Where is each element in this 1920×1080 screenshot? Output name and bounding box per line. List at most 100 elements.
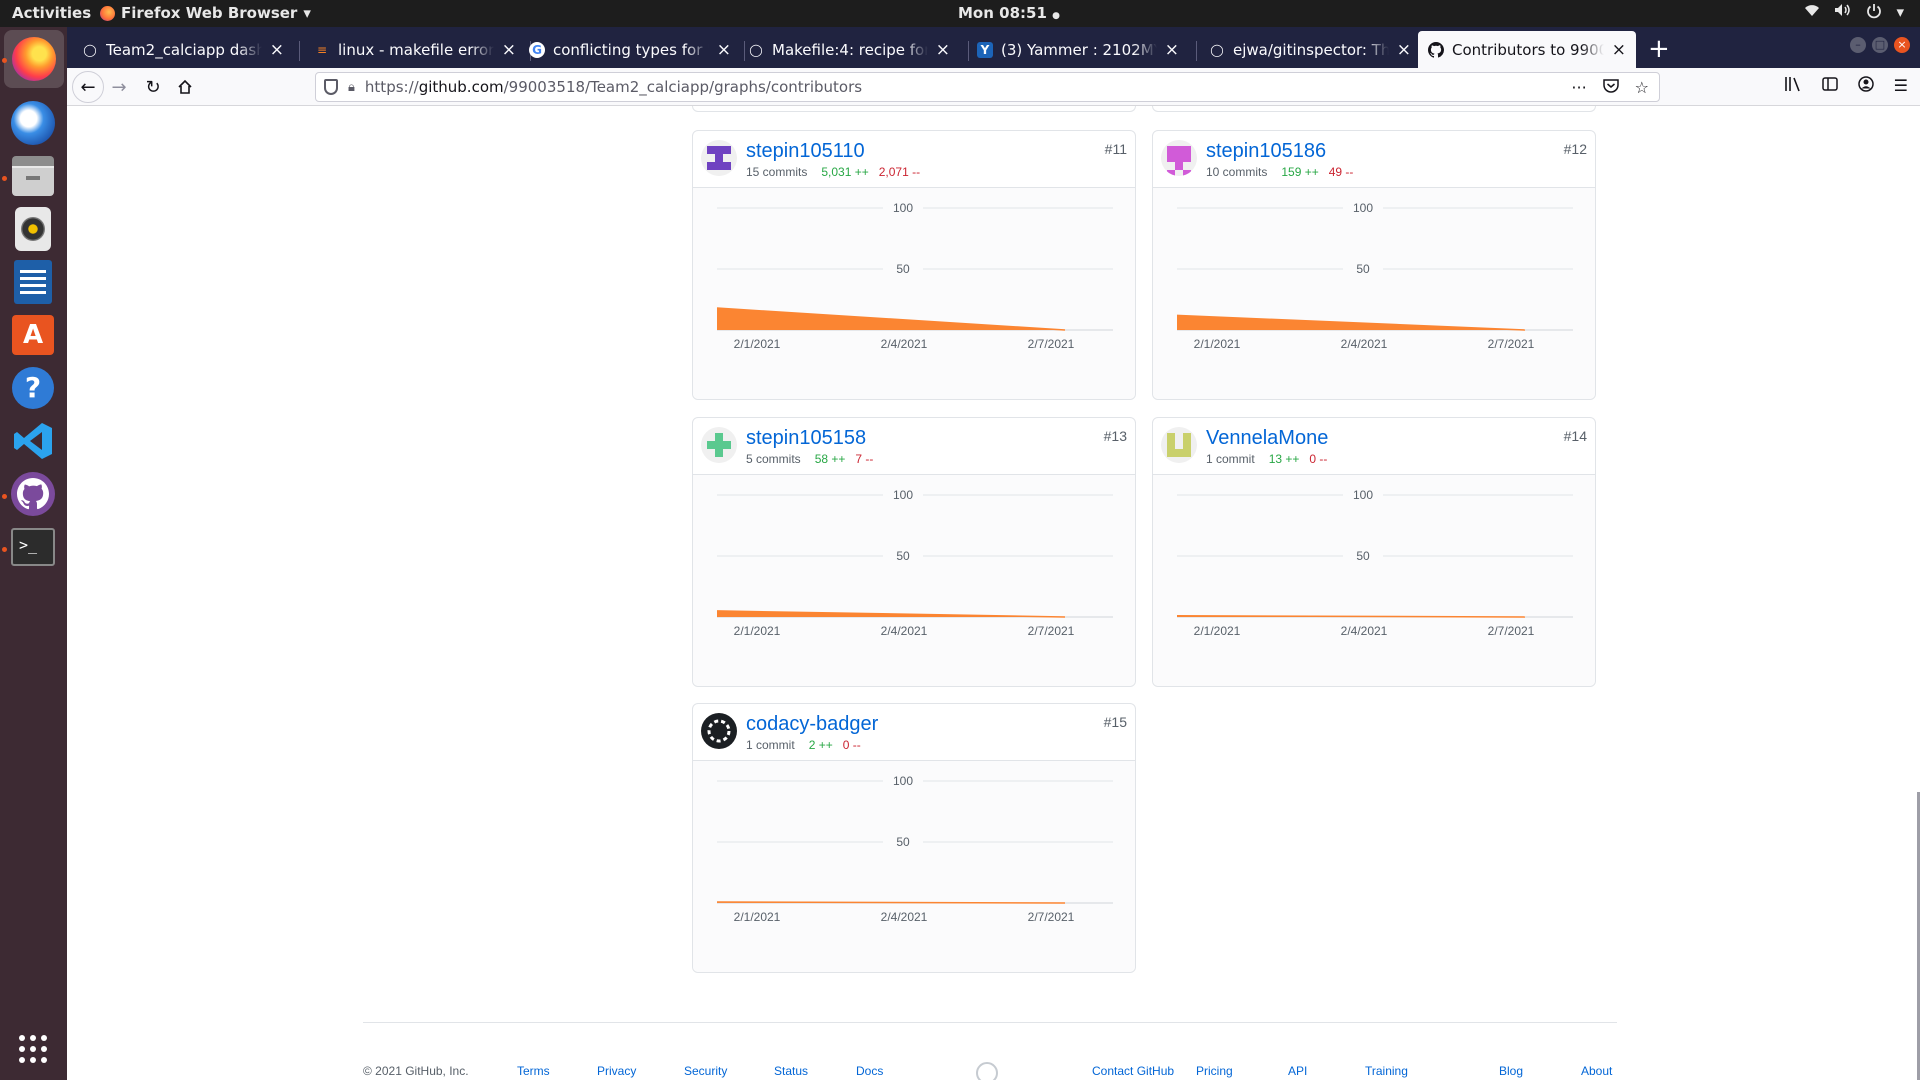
maximize-icon[interactable]: □ [1872, 37, 1888, 53]
close-icon[interactable]: × [1165, 40, 1179, 60]
pocket-icon[interactable] [1602, 78, 1619, 97]
tracking-protection-icon[interactable] [324, 79, 338, 95]
dock-rhythmbox[interactable] [8, 204, 58, 254]
bookmark-star-icon[interactable]: ☆ [1635, 78, 1649, 97]
x-tick-label: 2/7/2021 [1028, 337, 1075, 351]
footer-link-contact[interactable]: Contact GitHub [1092, 1064, 1174, 1078]
area-chart: 100 50 2/1/2021 2/4/2021 2/7/2021 [1176, 200, 1573, 351]
hamburger-menu-icon[interactable]: ☰ [1894, 76, 1908, 96]
app-menu[interactable]: Firefox Web Browser ▾ [100, 4, 311, 22]
close-window-icon[interactable]: × [1894, 37, 1910, 53]
commit-count[interactable]: 10 commits [1206, 165, 1267, 179]
page-actions-icon[interactable]: ··· [1571, 78, 1586, 97]
avatar[interactable] [701, 713, 737, 749]
close-icon[interactable]: × [717, 40, 731, 60]
identicon-image [1167, 433, 1191, 457]
dock-firefox[interactable] [4, 30, 64, 88]
wifi-icon [1804, 3, 1820, 23]
minimize-icon[interactable]: – [1850, 37, 1866, 53]
dock-files[interactable] [8, 151, 58, 201]
deletions-count: 0 -- [1309, 452, 1328, 466]
dock-writer[interactable] [8, 257, 58, 307]
footer-link-privacy[interactable]: Privacy [597, 1064, 636, 1078]
dock-thunderbird[interactable] [8, 98, 58, 148]
footer-link-about[interactable]: About [1581, 1064, 1612, 1078]
contributor-name-link[interactable]: codacy-badger [746, 713, 878, 736]
close-icon[interactable]: × [270, 40, 284, 60]
dock-help[interactable]: ? [8, 363, 58, 413]
footer-copyright: © 2021 GitHub, Inc. [363, 1064, 469, 1078]
sidebar-icon[interactable] [1821, 76, 1838, 96]
browser-tab[interactable]: ≡ linux - makefile error "No × [304, 31, 526, 68]
github-icon: ◯ [83, 42, 97, 57]
reload-button[interactable]: ↻ [141, 75, 165, 99]
tab-strip: ◯ Team2_calciapp dashboard × ≡ linux - m… [67, 27, 1920, 68]
library-icon[interactable] [1784, 76, 1802, 96]
lock-icon[interactable]: 🔒︎ [348, 80, 355, 95]
footer-link-terms[interactable]: Terms [517, 1064, 550, 1078]
footer-link-docs[interactable]: Docs [856, 1064, 883, 1078]
browser-tab[interactable]: ◯ Makefile:4: recipe for target × [738, 31, 960, 68]
commit-count[interactable]: 1 commit [1206, 452, 1255, 466]
tab-title: Makefile:4: recipe for target [772, 40, 928, 59]
browser-tab[interactable]: Y (3) Yammer : 2102MYSBatch × [967, 31, 1189, 68]
volume-icon [1834, 3, 1852, 23]
browser-tab[interactable]: ◯ Team2_calciapp dashboard × [72, 31, 294, 68]
tab-title: Team2_calciapp dashboard [106, 40, 262, 59]
footer-link-blog[interactable]: Blog [1499, 1064, 1523, 1078]
avatar[interactable] [1161, 140, 1197, 176]
contributor-card: codacy-badger 1 commit 2 ++ 0 -- #15 100 50 2/1… [692, 703, 1136, 973]
contributor-name-link[interactable]: stepin105186 [1206, 140, 1326, 163]
show-applications-button[interactable] [8, 1024, 58, 1074]
url-text: https://github.com/99003518/Team2_calcia… [364, 78, 863, 96]
contributor-name-link[interactable]: stepin105158 [746, 427, 866, 450]
contributor-card: stepin105186 10 commits 159 ++ 49 -- #12 100 5… [1152, 130, 1596, 400]
x-tick-label: 2/4/2021 [881, 624, 928, 638]
forward-button[interactable]: → [107, 75, 131, 99]
contributor-name-link[interactable]: VennelaMone [1206, 427, 1328, 450]
dock-github-desktop[interactable] [8, 469, 58, 519]
browser-tab[interactable]: ◯ ejwa/gitinspector: The stat × [1199, 31, 1421, 68]
commit-count[interactable]: 5 commits [746, 452, 801, 466]
dock-vscode[interactable] [8, 416, 58, 466]
browser-tab-active[interactable]: Contributors to 99003518 × [1418, 31, 1636, 68]
dock-software[interactable]: A [8, 310, 58, 360]
clock[interactable]: Mon 08:51 ● [958, 4, 1060, 22]
commit-count[interactable]: 15 commits [746, 165, 807, 179]
footer-link-status[interactable]: Status [774, 1064, 808, 1078]
back-button[interactable]: ← [72, 71, 104, 103]
close-icon[interactable]: × [502, 40, 516, 60]
contribution-chart: 100 50 2/1/2021 2/4/2021 2/7/2021 [693, 475, 1135, 686]
close-icon[interactable]: × [1612, 40, 1626, 60]
card-header: codacy-badger 1 commit 2 ++ 0 -- #15 [693, 704, 1135, 761]
browser-tab[interactable]: G conflicting types for 'div × [519, 31, 741, 68]
footer-link-api[interactable]: API [1288, 1064, 1307, 1078]
new-tab-button[interactable]: + [1648, 34, 1670, 64]
footer-link-security[interactable]: Security [684, 1064, 727, 1078]
x-tick-label: 2/4/2021 [1341, 337, 1388, 351]
commit-count[interactable]: 1 commit [746, 738, 795, 752]
chevron-down-icon: ▾ [303, 4, 311, 22]
address-bar[interactable]: 🔒︎ https://github.com/99003518/Team2_cal… [315, 72, 1660, 102]
system-tray[interactable]: ▾ [1804, 3, 1904, 23]
home-button[interactable] [173, 75, 197, 99]
area-chart: 100 50 2/1/2021 2/4/2021 2/7/2021 [716, 200, 1113, 351]
footer-link-pricing[interactable]: Pricing [1196, 1064, 1233, 1078]
close-icon[interactable]: × [1397, 40, 1411, 60]
dock-terminal[interactable]: >_ [8, 522, 58, 572]
github-logo-icon[interactable] [976, 1062, 998, 1080]
y-tick-label: 50 [896, 549, 910, 563]
avatar[interactable] [701, 140, 737, 176]
footer-link-training[interactable]: Training [1365, 1064, 1408, 1078]
account-icon[interactable] [1857, 76, 1874, 96]
y-tick-label: 50 [896, 262, 910, 276]
avatar[interactable] [701, 427, 737, 463]
activities-button[interactable]: Activities [12, 4, 91, 22]
contributor-name-link[interactable]: stepin105110 [746, 140, 865, 163]
tab-title: linux - makefile error "No [338, 40, 494, 59]
close-icon[interactable]: × [936, 40, 950, 60]
y-tick-label: 50 [896, 835, 910, 849]
deletions-count: 0 -- [842, 738, 861, 752]
x-tick-label: 2/7/2021 [1028, 624, 1075, 638]
avatar[interactable] [1161, 427, 1197, 463]
